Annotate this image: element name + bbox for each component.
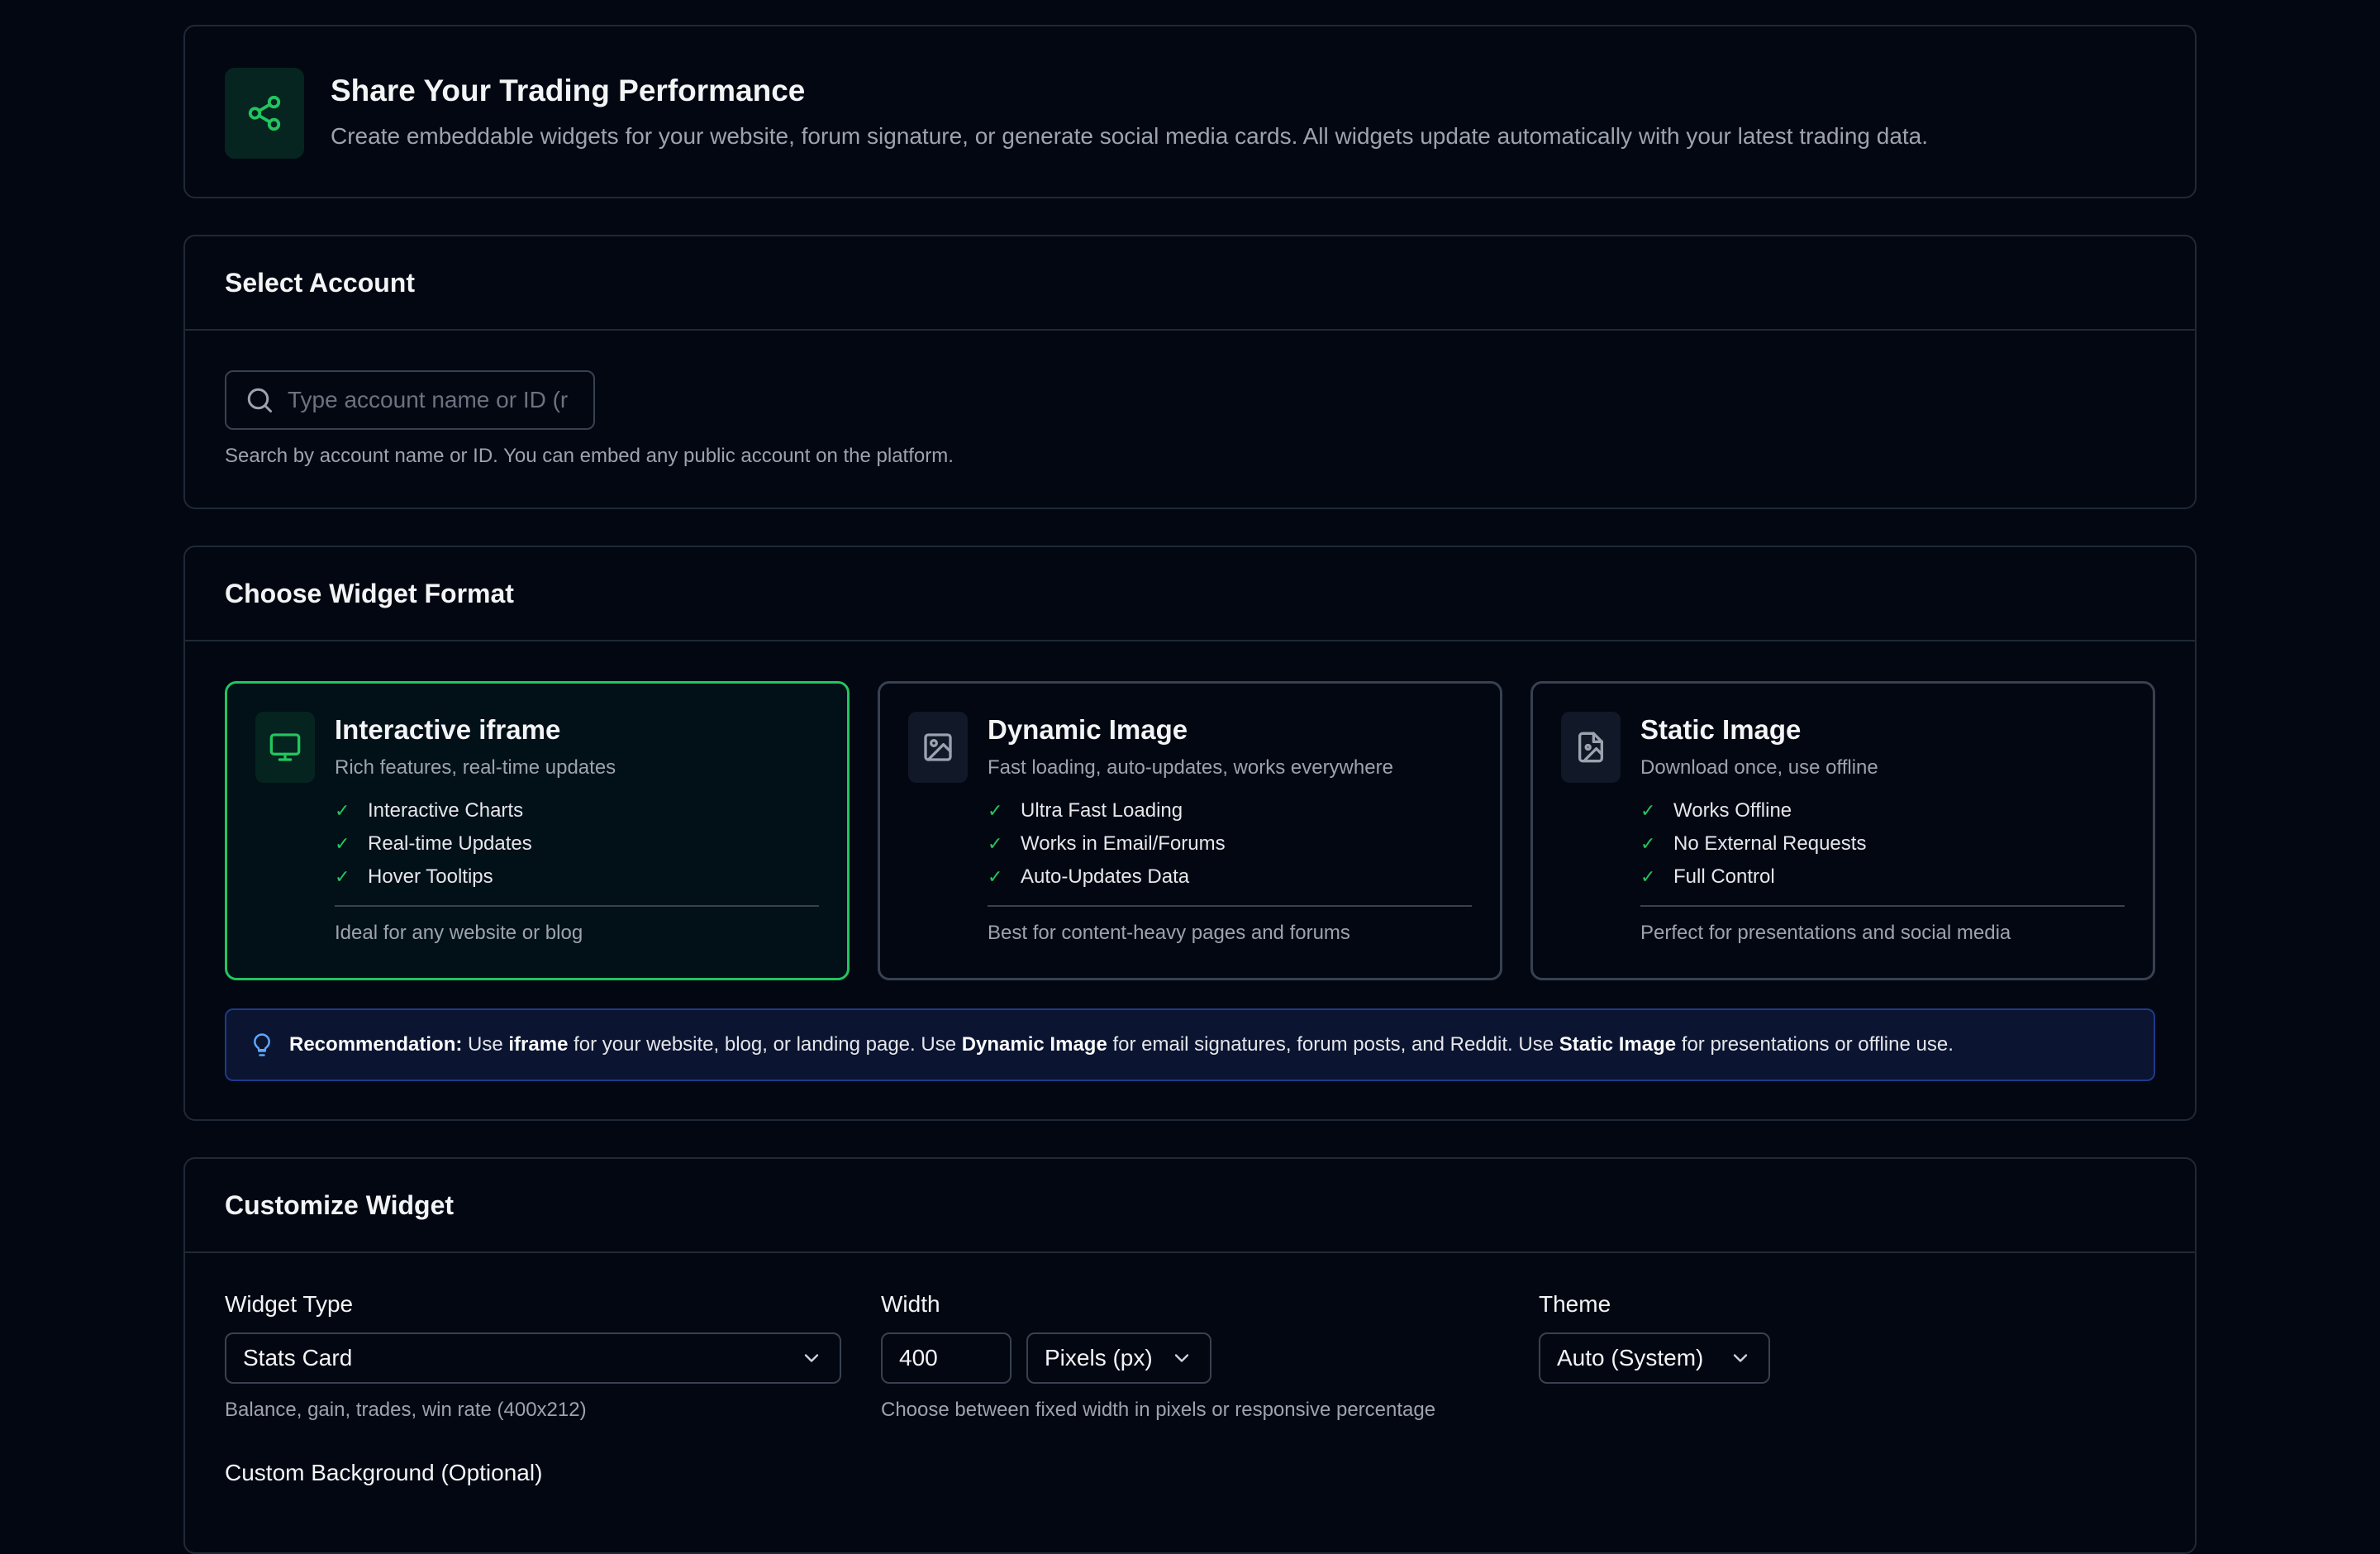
theme-label: Theme [1539, 1291, 1611, 1317]
format-footer: Ideal for any website or blog [335, 905, 819, 945]
check-icon: ✓ [1640, 833, 1656, 854]
check-icon: ✓ [335, 800, 350, 821]
widget-page: Share Your Trading Performance Create em… [183, 25, 2197, 1554]
account-search-help: Search by account name or ID. You can em… [225, 445, 954, 467]
format-footer: Best for content-heavy pages and forums [988, 905, 1472, 945]
format-option-static-image[interactable]: Static Image Download once, use offline … [1530, 681, 2155, 980]
format-title: Static Image [1640, 714, 1802, 745]
feature-list: ✓ Works Offline ✓ No External Requests ✓ Fu… [1640, 794, 2125, 894]
format-option-iframe[interactable]: Interactive iframe Rich features, real-t… [225, 681, 850, 980]
feature-list: ✓ Interactive Charts ✓ Real-time Updates ✓… [335, 794, 819, 894]
format-subtitle: Download once, use offline [1640, 756, 1878, 779]
width-help: Choose between fixed width in pixels or … [881, 1399, 1436, 1421]
format-title: Dynamic Image [988, 714, 1188, 745]
widget-type-help: Balance, gain, trades, win rate (400x212… [225, 1399, 587, 1421]
check-icon: ✓ [988, 800, 1003, 821]
account-search-input[interactable] [288, 387, 577, 413]
feature-item: ✓ Full Control [1640, 865, 1775, 888]
feature-item: ✓ Interactive Charts [335, 799, 524, 822]
widget-type-value: Stats Card [243, 1345, 353, 1370]
width-unit-value: Pixels (px) [1045, 1345, 1153, 1370]
feature-item: ✓ Ultra Fast Loading [988, 799, 1183, 822]
feature-item: ✓ Real-time Updates [335, 832, 532, 855]
file-image-icon [1561, 712, 1621, 783]
width-field: Width 400 Pixels (px) Choose between fix… [881, 1291, 1539, 1422]
widget-type-field: Widget Type Stats Card Balance, gain, tr… [225, 1291, 841, 1422]
customize-title: Customize Widget [225, 1189, 455, 1220]
check-icon: ✓ [988, 866, 1003, 887]
check-icon: ✓ [1640, 866, 1656, 887]
customize-widget-card: Customize Widget Widget Type Stats Card … [183, 1157, 2197, 1554]
account-search-box[interactable] [225, 370, 595, 430]
recommendation-banner: Recommendation: Use iframe for your webs… [225, 1008, 2155, 1081]
check-icon: ✓ [1640, 800, 1656, 821]
format-subtitle: Rich features, real-time updates [335, 756, 616, 779]
select-account-title: Select Account [225, 267, 415, 298]
search-icon [245, 385, 274, 415]
feature-item: ✓ Auto-Updates Data [988, 865, 1190, 888]
recommendation-text: Recommendation: Use iframe for your webs… [289, 1033, 1954, 1056]
feature-item: ✓ Works in Email/Forums [988, 832, 1226, 855]
chevron-down-icon [1729, 1347, 1752, 1370]
feature-item: ✓ Works Offline [1640, 799, 1792, 822]
feature-item: ✓ Hover Tooltips [335, 865, 493, 888]
lightbulb-icon [250, 1031, 274, 1059]
theme-field: Theme Auto (System) [1539, 1291, 1770, 1422]
chevron-down-icon [800, 1347, 823, 1370]
width-input[interactable]: 400 [881, 1332, 1011, 1384]
widget-format-title: Choose Widget Format [225, 578, 514, 608]
page-title: Share Your Trading Performance [331, 74, 806, 107]
check-icon: ✓ [988, 833, 1003, 854]
page-subtitle: Create embeddable widgets for your websi… [331, 123, 1929, 149]
chevron-down-icon [1170, 1347, 1193, 1370]
format-title: Interactive iframe [335, 714, 561, 745]
customize-header: Customize Widget [185, 1159, 2195, 1253]
feature-list: ✓ Ultra Fast Loading ✓ Works in Email/Foru… [988, 794, 1472, 894]
select-account-header: Select Account [185, 236, 2195, 331]
width-label: Width [881, 1291, 940, 1317]
format-subtitle: Fast loading, auto-updates, works everyw… [988, 756, 1393, 779]
width-unit-select[interactable]: Pixels (px) [1026, 1332, 1211, 1384]
check-icon: ✓ [335, 866, 350, 887]
share-hero-card: Share Your Trading Performance Create em… [183, 25, 2197, 198]
custom-background-label: Custom Background (Optional) [225, 1460, 543, 1485]
format-footer: Perfect for presentations and social med… [1640, 905, 2125, 945]
feature-item: ✓ No External Requests [1640, 832, 1867, 855]
format-options: Interactive iframe Rich features, real-t… [225, 681, 2155, 980]
theme-select[interactable]: Auto (System) [1539, 1332, 1770, 1384]
theme-value: Auto (System) [1557, 1345, 1704, 1370]
monitor-icon [255, 712, 315, 783]
share-icon [225, 68, 304, 159]
widget-type-label: Widget Type [225, 1291, 354, 1317]
format-option-dynamic-image[interactable]: Dynamic Image Fast loading, auto-updates… [878, 681, 1502, 980]
widget-type-select[interactable]: Stats Card [225, 1332, 841, 1384]
check-icon: ✓ [335, 833, 350, 854]
image-icon [908, 712, 968, 783]
widget-format-card: Choose Widget Format Interactive iframe … [183, 546, 2197, 1121]
widget-format-header: Choose Widget Format [185, 547, 2195, 641]
select-account-card: Select Account Search by account name or… [183, 235, 2197, 509]
